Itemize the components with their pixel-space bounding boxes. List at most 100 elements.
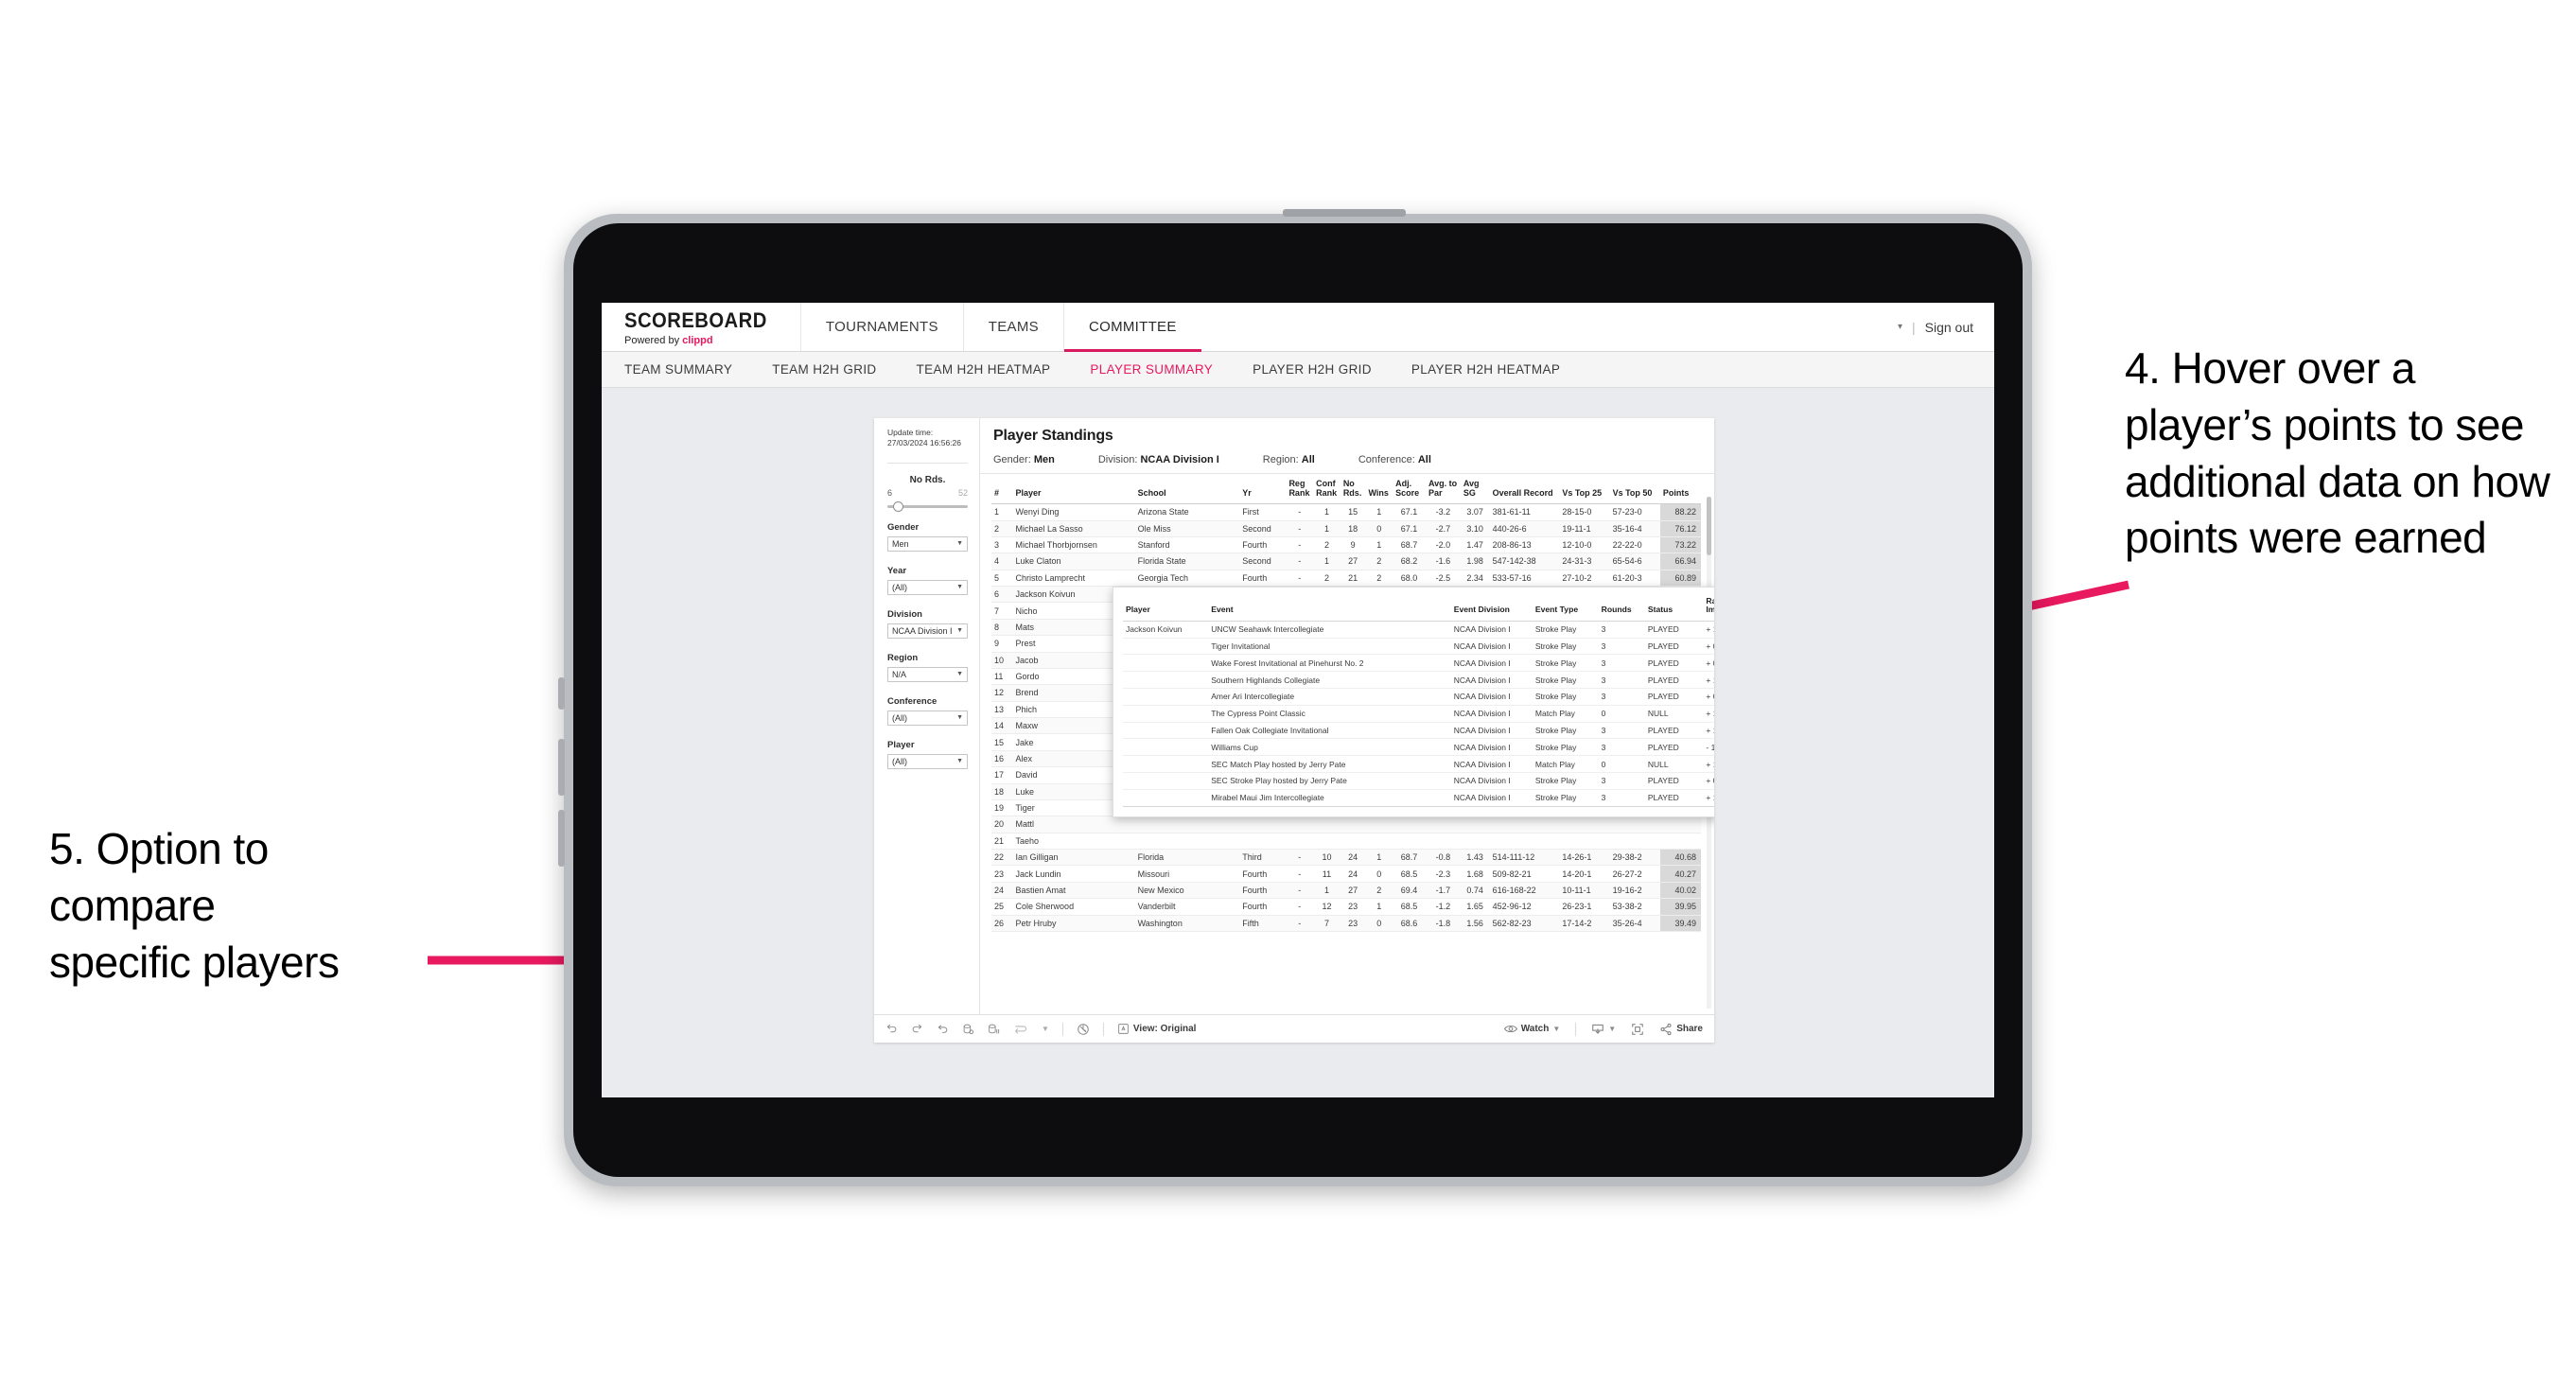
volume-up-button[interactable] bbox=[558, 739, 565, 796]
points-cell[interactable]: 40.02 bbox=[1659, 882, 1701, 900]
col-adj-score[interactable]: Adj. Score bbox=[1393, 474, 1426, 505]
table-row[interactable]: 2 Michael La Sasso Ole Miss Second -1 18 0 67.1… bbox=[991, 520, 1701, 537]
subnav-item-player-h2h-grid[interactable]: PLAYER H2H GRID bbox=[1253, 362, 1372, 377]
col-school[interactable]: School bbox=[1134, 474, 1240, 505]
col-avg-sg[interactable]: Avg SG bbox=[1460, 474, 1490, 505]
brand-logo[interactable]: SCOREBOARD Powered by clippd bbox=[602, 303, 800, 351]
table-row[interactable]: 20 Mattl bbox=[991, 816, 1701, 833]
points-cell[interactable]: 60.89 bbox=[1659, 570, 1701, 588]
tooltip-impact-cell: + 1 bbox=[1703, 671, 1714, 690]
overall-record-cell: 452-96-12 bbox=[1489, 898, 1560, 916]
download-button[interactable]: ▼ bbox=[1591, 1023, 1616, 1036]
power-button[interactable] bbox=[1283, 209, 1406, 217]
sign-out-link[interactable]: Sign out bbox=[1925, 320, 1973, 335]
nav-tab-committee[interactable]: COMMITTEE bbox=[1062, 303, 1201, 352]
table-row[interactable]: 5 Christo Lamprecht Georgia Tech Fourth -2 21… bbox=[991, 570, 1701, 588]
watch-button[interactable]: Watch ▼ bbox=[1503, 1024, 1560, 1034]
chevron-down-icon[interactable]: ▾ bbox=[1898, 322, 1902, 332]
avg-to-par-cell: -1.7 bbox=[1425, 882, 1461, 900]
vs-top-50-cell: 53-38-2 bbox=[1609, 898, 1660, 916]
scrollbar-thumb[interactable] bbox=[1707, 497, 1711, 555]
filter-player-select[interactable]: (All) ▼ bbox=[887, 753, 968, 769]
tooltip-rounds-cell: 0 bbox=[1598, 755, 1645, 773]
subnav-item-team-h2h-heatmap[interactable]: TEAM H2H HEATMAP bbox=[917, 362, 1051, 377]
filter-region-select[interactable]: N/A ▼ bbox=[887, 666, 968, 682]
view-original-button[interactable]: View: Original bbox=[1117, 1023, 1196, 1035]
subnav-item-player-summary[interactable]: PLAYER SUMMARY bbox=[1090, 362, 1213, 377]
col-no-rds[interactable]: No Rds. bbox=[1340, 474, 1366, 505]
rank-cell: 15 bbox=[991, 733, 1013, 751]
reg-rank-cell: - bbox=[1286, 882, 1314, 900]
col-overall-record[interactable]: Overall Record bbox=[1489, 474, 1560, 505]
refresh-data-icon[interactable] bbox=[962, 1023, 974, 1036]
table-row[interactable]: 3 Michael Thorbjornsen Stanford Fourth -2 9 1 6… bbox=[991, 536, 1701, 554]
clear-filters-icon[interactable] bbox=[1077, 1023, 1090, 1036]
pause-data-icon[interactable] bbox=[988, 1023, 1000, 1036]
filter-region: Region N/A ▼ bbox=[887, 653, 968, 682]
subnav-item-team-h2h-grid[interactable]: TEAM H2H GRID bbox=[772, 362, 876, 377]
points-cell[interactable]: 39.49 bbox=[1659, 915, 1701, 932]
vs-top-50-cell: 29-38-2 bbox=[1609, 849, 1660, 867]
vs-top-25-cell: 28-15-0 bbox=[1559, 503, 1610, 521]
vs-top-25-cell: 14-20-1 bbox=[1559, 865, 1610, 883]
col-conf-rank[interactable]: Conf Rank bbox=[1313, 474, 1341, 505]
filter-player-value: (All) bbox=[892, 756, 907, 766]
tooltip-body: Jackson Koivun UNCW Seahawk Intercollegia… bbox=[1123, 621, 1714, 807]
points-cell[interactable]: 88.22 bbox=[1659, 503, 1701, 521]
slider-track[interactable] bbox=[887, 500, 968, 512]
col-points[interactable]: Points bbox=[1659, 474, 1701, 505]
filter-division-select[interactable]: NCAA Division I ▼ bbox=[887, 623, 968, 639]
points-cell[interactable]: 40.68 bbox=[1659, 849, 1701, 867]
player-cell: Ian Gilligan bbox=[1012, 849, 1135, 867]
fullscreen-button[interactable] bbox=[1631, 1023, 1644, 1036]
revert-icon[interactable] bbox=[937, 1023, 949, 1035]
device-button-small[interactable] bbox=[558, 677, 565, 710]
undo-icon[interactable] bbox=[885, 1023, 898, 1035]
slider-handle[interactable] bbox=[893, 500, 903, 512]
col-wins[interactable]: Wins bbox=[1365, 474, 1393, 505]
adj-score-cell: 68.5 bbox=[1393, 865, 1426, 883]
col-player[interactable]: Player bbox=[1012, 474, 1135, 505]
points-cell[interactable] bbox=[1659, 816, 1701, 833]
col-vs-top-25[interactable]: Vs Top 25 bbox=[1559, 474, 1610, 505]
tooltip-status-cell: PLAYED bbox=[1644, 789, 1704, 807]
table-row[interactable]: 24 Bastien Amat New Mexico Fourth -1 27 2 69.4-… bbox=[991, 882, 1701, 900]
points-cell[interactable] bbox=[1659, 833, 1701, 851]
tooltip-row: Tiger Invitational NCAA Division I Stroke … bbox=[1123, 638, 1714, 656]
points-cell[interactable]: 76.12 bbox=[1659, 520, 1701, 537]
no-rounds-slider[interactable]: No Rds. 6 52 bbox=[887, 474, 968, 512]
col-yr[interactable]: Yr bbox=[1239, 474, 1287, 505]
subnav-item-team-summary[interactable]: TEAM SUMMARY bbox=[624, 362, 732, 377]
points-cell[interactable]: 40.27 bbox=[1659, 865, 1701, 883]
highlight-icon[interactable] bbox=[1013, 1024, 1028, 1035]
nav-tab-teams[interactable]: TEAMS bbox=[962, 303, 1063, 351]
no-rounds-label: No Rds. bbox=[909, 474, 946, 485]
share-button[interactable]: Share bbox=[1659, 1023, 1703, 1036]
volume-down-button[interactable] bbox=[558, 810, 565, 867]
col-vs-top-50[interactable]: Vs Top 50 bbox=[1609, 474, 1660, 505]
table-row[interactable]: 4 Luke Claton Florida State Second -1 27 2 68.2… bbox=[991, 553, 1701, 570]
rank-cell: 8 bbox=[991, 619, 1013, 637]
tooltip-rounds-cell: 3 bbox=[1598, 738, 1645, 757]
table-row[interactable]: 21 Taeho bbox=[991, 833, 1701, 851]
col-avg-to-par[interactable]: Avg. to Par bbox=[1425, 474, 1461, 505]
wins-cell: 0 bbox=[1365, 520, 1393, 537]
filter-year-select[interactable]: (All) ▼ bbox=[887, 579, 968, 595]
filter-conference-select[interactable]: (All) ▼ bbox=[887, 710, 968, 726]
nav-tab-tournaments[interactable]: TOURNAMENTS bbox=[799, 303, 963, 351]
table-row[interactable]: 23 Jack Lundin Missouri Fourth -11 24 0 68.5 -2.… bbox=[991, 865, 1701, 883]
filter-gender-select[interactable]: Men ▼ bbox=[887, 535, 968, 552]
redo-icon[interactable] bbox=[911, 1023, 923, 1035]
table-row[interactable]: 25 Cole Sherwood Vanderbilt Fourth -12 23 1 68.… bbox=[991, 898, 1701, 916]
table-row[interactable]: 1 Wenyi Ding Arizona State First -1 15 1 67.1 -3… bbox=[991, 503, 1701, 521]
points-cell[interactable]: 39.95 bbox=[1659, 898, 1701, 916]
table-row[interactable]: 26 Petr Hruby Washington Fifth -7 23 0 68.6 -1.8… bbox=[991, 915, 1701, 932]
highlight-dropdown-caret[interactable]: ▼ bbox=[1042, 1025, 1049, 1033]
col-reg-rank[interactable]: Reg Rank bbox=[1286, 474, 1314, 505]
subnav-item-player-h2h-heatmap[interactable]: PLAYER H2H HEATMAP bbox=[1411, 362, 1560, 377]
sheet-body: Update time: 27/03/2024 16:56:26 No Rds.… bbox=[874, 418, 1714, 1014]
table-row[interactable]: 22 Ian Gilligan Florida Third -10 24 1 68.7 -0.8… bbox=[991, 849, 1701, 867]
col-rank[interactable]: # bbox=[991, 474, 1013, 505]
points-cell[interactable]: 66.94 bbox=[1659, 553, 1701, 570]
points-cell[interactable]: 73.22 bbox=[1659, 536, 1701, 554]
